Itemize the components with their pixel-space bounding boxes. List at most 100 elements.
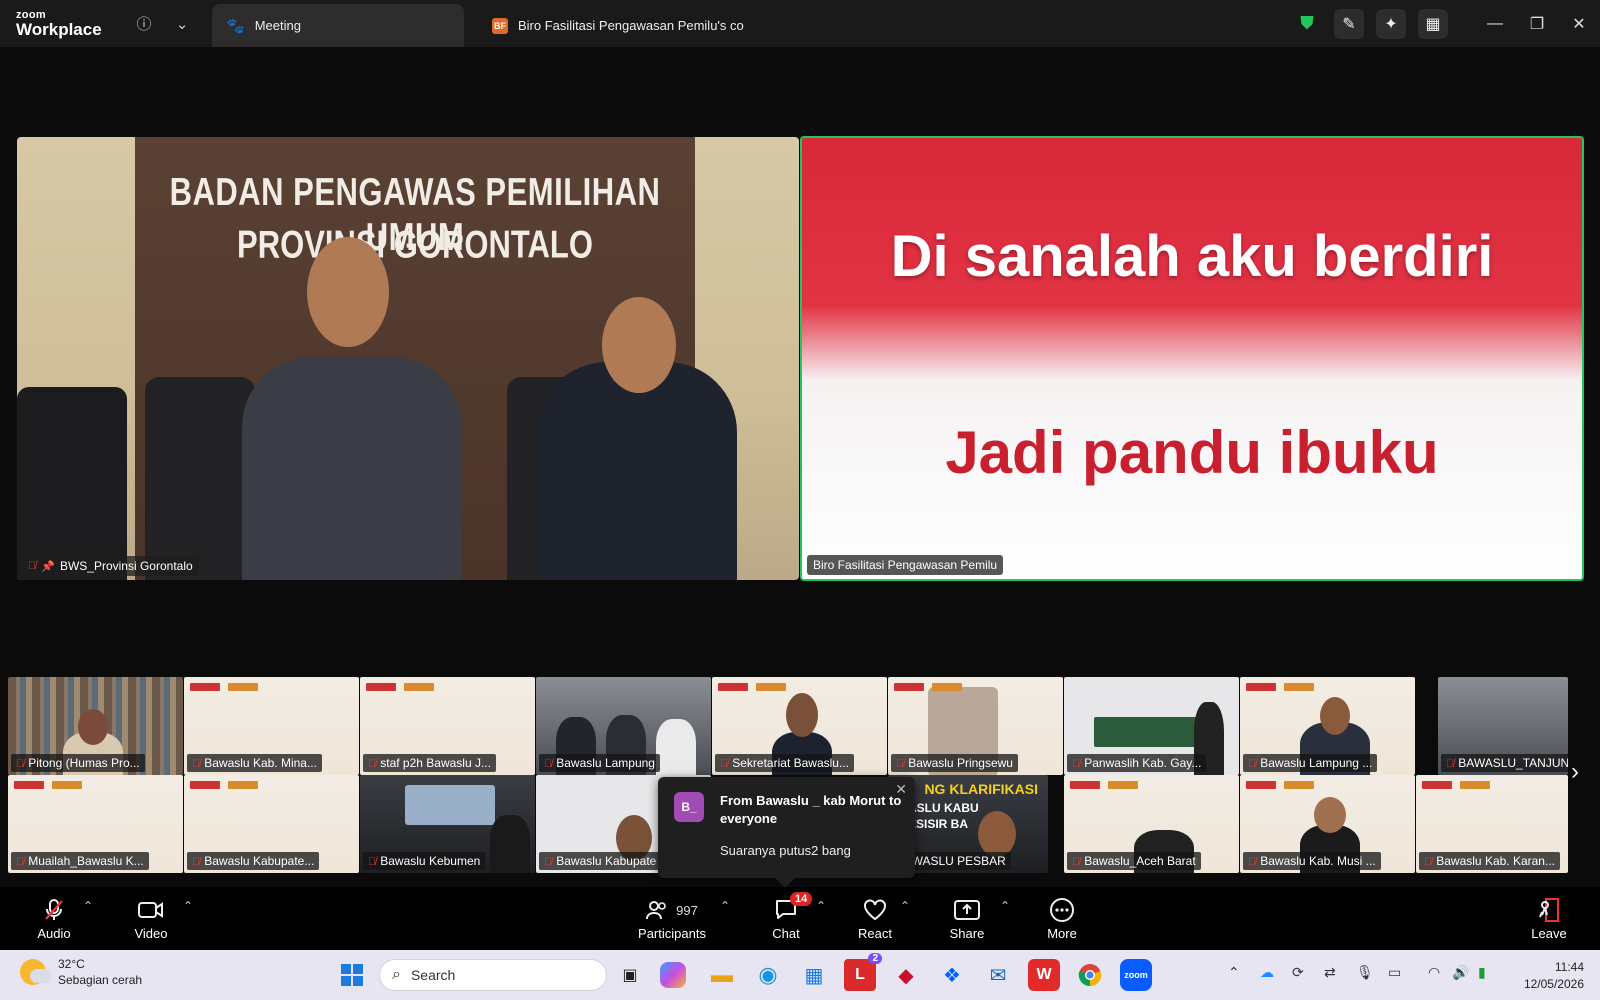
- person-face: [602, 297, 676, 393]
- audio-button[interactable]: Audio: [28, 887, 80, 950]
- chrome-icon[interactable]: [1074, 959, 1106, 991]
- react-button[interactable]: React: [850, 887, 900, 950]
- video-tile-gorontalo[interactable]: BADAN PENGAWAS PEMILIHAN UMUM PROVINSI G…: [17, 137, 799, 580]
- mic-muted-icon: 🎙̸: [1072, 856, 1081, 868]
- weather-desc: Sebagian cerah: [58, 973, 143, 988]
- chevron-up-icon[interactable]: ⌃: [900, 899, 910, 913]
- chat-unread-badge: 14: [790, 892, 813, 906]
- taskbar-search[interactable]: ⌕ Search: [379, 959, 607, 991]
- thumbnail-tile[interactable]: 🎙̸ staf p2h Bawaslu J...: [360, 677, 535, 775]
- wps-icon[interactable]: W: [1028, 959, 1060, 991]
- close-icon[interactable]: ✕: [895, 781, 907, 798]
- app-l-icon[interactable]: L 2: [844, 953, 882, 991]
- thumbnail-tile[interactable]: 🎙̸ Bawaslu Lampung: [536, 677, 711, 775]
- apps-grid-icon[interactable]: ▦: [1418, 8, 1448, 39]
- annotate-pen-icon[interactable]: ✎: [1334, 8, 1364, 39]
- wifi-icon[interactable]: ◠: [1428, 964, 1440, 981]
- onedrive-icon[interactable]: ☁: [1260, 964, 1274, 981]
- chat-sender: From Bawaslu _ kab Morut to everyone: [720, 793, 902, 827]
- dropbox-icon[interactable]: ❖: [936, 959, 968, 991]
- participant-name: 🎙̸ Bawaslu Kab. Mina...: [187, 754, 322, 772]
- sender-avatar: B_: [674, 792, 704, 822]
- close-button[interactable]: ✕: [1558, 0, 1600, 47]
- mic-tray-icon[interactable]: 🎙: [1356, 964, 1374, 981]
- video-button[interactable]: Video: [124, 887, 178, 950]
- title-bar-actions: ⛊ ✎ ✦ ▦ — ❐ ✕: [1286, 0, 1600, 47]
- leave-button[interactable]: Leave: [1526, 887, 1572, 950]
- table: [1094, 717, 1204, 747]
- chevron-up-icon[interactable]: ⌃: [816, 899, 826, 913]
- battery-icon[interactable]: ▮: [1478, 964, 1486, 981]
- more-button[interactable]: More: [1038, 887, 1086, 950]
- chat-label: Chat: [772, 926, 800, 941]
- file-explorer-icon[interactable]: ▬: [706, 959, 738, 991]
- tab-label: Biro Fasilitasi Pengawasan Pemilu's co: [518, 18, 744, 33]
- mic-muted-icon: 🎙̸: [1446, 758, 1455, 770]
- thumbnail-tile[interactable]: 🎙̸ Bawaslu Lampung ...: [1240, 677, 1415, 775]
- chevron-up-icon[interactable]: ⌃: [1228, 964, 1240, 981]
- cloud-sync-icon[interactable]: ⟳: [1292, 964, 1304, 981]
- zoom-window: zoom Workplace ⓘ ⌄ 🐾 Meeting BF Biro Fas…: [0, 0, 1600, 1000]
- system-clock[interactable]: 11:44 12/05/2026: [1524, 959, 1584, 993]
- thumbnail-tile[interactable]: 🎙̸ Bawaslu Kabupate...: [184, 775, 359, 873]
- chevron-right-icon[interactable]: ›: [1560, 757, 1590, 787]
- minimize-button[interactable]: —: [1474, 0, 1516, 47]
- edge-icon[interactable]: ◉: [752, 959, 784, 991]
- copilot-icon[interactable]: [660, 962, 686, 988]
- windows-start-icon[interactable]: [336, 959, 368, 991]
- chat-notification[interactable]: B_ From Bawaslu _ kab Morut to everyone …: [658, 777, 915, 888]
- mic-muted-icon: 🎙̸: [1248, 758, 1257, 770]
- windows-taskbar: 32°C Sebagian cerah ⌕ Search ▣ ▬ ◉ ▦ L 2…: [0, 950, 1600, 1000]
- person-body: [490, 815, 530, 873]
- thumbnail-tile[interactable]: 🎙̸ Panwaslih Kab. Gay...: [1064, 677, 1239, 775]
- tab-webinar[interactable]: BF Biro Fasilitasi Pengawasan Pemilu's c…: [478, 4, 758, 47]
- chevron-up-icon[interactable]: ⌃: [83, 899, 93, 913]
- store-icon[interactable]: ▦: [798, 959, 830, 991]
- thumbnail-tile[interactable]: 🎙̸ Bawaslu Kab. Mina...: [184, 677, 359, 775]
- thumbnail-tile[interactable]: 🎙̸ Sekretariat Bawaslu...: [712, 677, 887, 775]
- chevron-down-icon[interactable]: ⌄: [170, 12, 194, 36]
- tab-meeting[interactable]: 🐾 Meeting: [212, 4, 464, 47]
- display-icon[interactable]: ▭: [1388, 964, 1401, 981]
- share-button[interactable]: Share: [942, 887, 992, 950]
- person-face: [1320, 697, 1350, 735]
- mic-muted-icon: 🎙̸: [192, 856, 201, 868]
- person-face: [978, 811, 1016, 857]
- participant-label: 🎙̸ 📌 BWS_Provinsi Gorontalo: [22, 556, 199, 576]
- thumbnail-tile[interactable]: 🎙̸ Bawaslu Kab. Karan...: [1416, 775, 1568, 873]
- thumbnail-tile[interactable]: 🎙̸ Pitong (Humas Pro...: [8, 677, 183, 775]
- sync-icon[interactable]: ⇄: [1324, 964, 1336, 981]
- chevron-up-icon[interactable]: ⌃: [1000, 899, 1010, 913]
- mcafee-icon[interactable]: ◆: [890, 959, 922, 991]
- chat-bubble-icon: 14: [774, 892, 813, 924]
- mic-muted-icon: 🎙̸: [368, 758, 377, 770]
- video-tile-biro-fasilitasi[interactable]: Di sanalah aku berdiri Jadi pandu ibuku …: [800, 136, 1584, 581]
- shield-icon[interactable]: ⛊: [1286, 0, 1328, 47]
- thumbnail-tile[interactable]: 🎙̸ Bawaslu Pringsewu: [888, 677, 1063, 775]
- chevron-up-icon[interactable]: ⌃: [720, 899, 730, 913]
- chevron-up-icon[interactable]: ⌃: [183, 899, 193, 913]
- zoom-icon[interactable]: zoom: [1120, 959, 1152, 991]
- restore-button[interactable]: ❐: [1516, 0, 1558, 47]
- mic-muted-icon: 🎙̸: [368, 856, 377, 868]
- ai-sparkle-icon[interactable]: ✦: [1376, 8, 1406, 39]
- thumbnail-tile[interactable]: 🎙̸ Bawaslu_Aceh Barat: [1064, 775, 1239, 873]
- mic-muted-icon: 🎙̸: [1072, 758, 1081, 770]
- more-label: More: [1047, 926, 1077, 941]
- thumbnail-tile[interactable]: 🎙̸ Muailah_Bawaslu K...: [8, 775, 183, 873]
- thumbnail-tile[interactable]: 🎙̸ BAWASLU_TANJUN...: [1438, 677, 1568, 775]
- info-icon[interactable]: ⓘ: [132, 12, 156, 36]
- participants-button[interactable]: 997 Participants: [634, 887, 710, 950]
- person-body: [242, 357, 462, 580]
- participants-label: Participants: [638, 926, 706, 941]
- lyric-line2: Jadi pandu ibuku: [945, 419, 1439, 486]
- chat-button[interactable]: 14 Chat: [762, 887, 813, 950]
- task-view-icon[interactable]: ▣: [614, 959, 646, 991]
- participant-name: 🎙̸ Bawaslu Kebumen: [363, 852, 486, 870]
- clock-time: 11:44: [1554, 960, 1584, 974]
- weather-widget[interactable]: 32°C Sebagian cerah: [20, 956, 142, 988]
- volume-icon[interactable]: 🔊: [1452, 964, 1469, 981]
- thumbnail-tile[interactable]: 🎙̸ Bawaslu Kab. Musi ...: [1240, 775, 1415, 873]
- outlook-icon[interactable]: ✉: [982, 959, 1014, 991]
- thumbnail-tile[interactable]: 🎙̸ Bawaslu Kebumen: [360, 775, 535, 873]
